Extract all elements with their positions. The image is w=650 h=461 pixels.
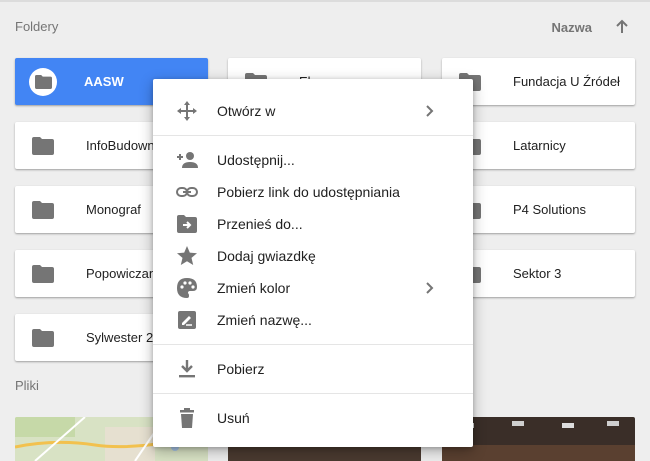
folder-name: P4 Solutions [513,202,586,217]
sort-label: Nazwa [551,19,592,35]
menu-item-change-color[interactable]: Zmień kolor [153,272,473,304]
folder-icon [32,328,54,347]
top-divider [0,0,650,2]
menu-item-get-link[interactable]: Pobierz link do udostępniania [153,176,473,208]
link-icon [176,181,198,203]
sort-ascending-icon[interactable] [614,19,630,35]
files-section-label: Pliki [15,378,39,393]
context-menu: Otwórz w Udostępnij... Pobierz link do u… [153,79,473,447]
menu-item-label: Pobierz link do udostępniania [217,184,400,200]
folder-icon [32,136,54,155]
star-icon [176,245,198,267]
trash-icon [176,407,198,429]
menu-divider [153,344,473,345]
folder-icon [29,67,57,96]
chevron-right-icon [426,282,434,294]
rename-icon [176,309,198,331]
menu-item-label: Udostępnij... [217,152,295,168]
menu-item-rename[interactable]: Zmień nazwę... [153,304,473,336]
menu-item-label: Pobierz [217,361,265,377]
folder-name: AASW [84,74,124,89]
folder-icon [32,200,54,219]
menu-item-open-with[interactable]: Otwórz w [153,95,473,127]
menu-item-label: Otwórz w [217,103,276,119]
folders-section-label: Foldery [15,19,59,34]
folder-name: Monograf [86,202,141,217]
chevron-right-icon [426,105,434,117]
menu-divider [153,393,473,394]
menu-item-add-star[interactable]: Dodaj gwiazdkę [153,240,473,272]
folder-icon [32,264,54,283]
menu-item-move-to[interactable]: Przenieś do... [153,208,473,240]
download-icon [176,358,198,380]
menu-item-label: Dodaj gwiazdkę [217,248,316,264]
open-with-icon [176,100,198,122]
menu-divider [153,135,473,136]
folder-name: Latarnicy [513,138,566,153]
menu-item-share[interactable]: Udostępnij... [153,144,473,176]
menu-item-label: Usuń [217,410,250,426]
menu-item-remove[interactable]: Usuń [153,402,473,434]
folder-name: Fundacja U Źródeł [513,74,620,89]
menu-item-download[interactable]: Pobierz [153,353,473,385]
add-person-icon [176,149,198,171]
palette-icon [176,277,198,299]
menu-item-label: Zmień kolor [217,280,291,296]
move-to-folder-icon [176,213,198,235]
folder-name: Sektor 3 [513,266,562,281]
sort-control[interactable]: Nazwa [552,19,630,35]
menu-item-label: Przenieś do... [217,216,303,232]
menu-item-label: Zmień nazwę... [217,312,312,328]
